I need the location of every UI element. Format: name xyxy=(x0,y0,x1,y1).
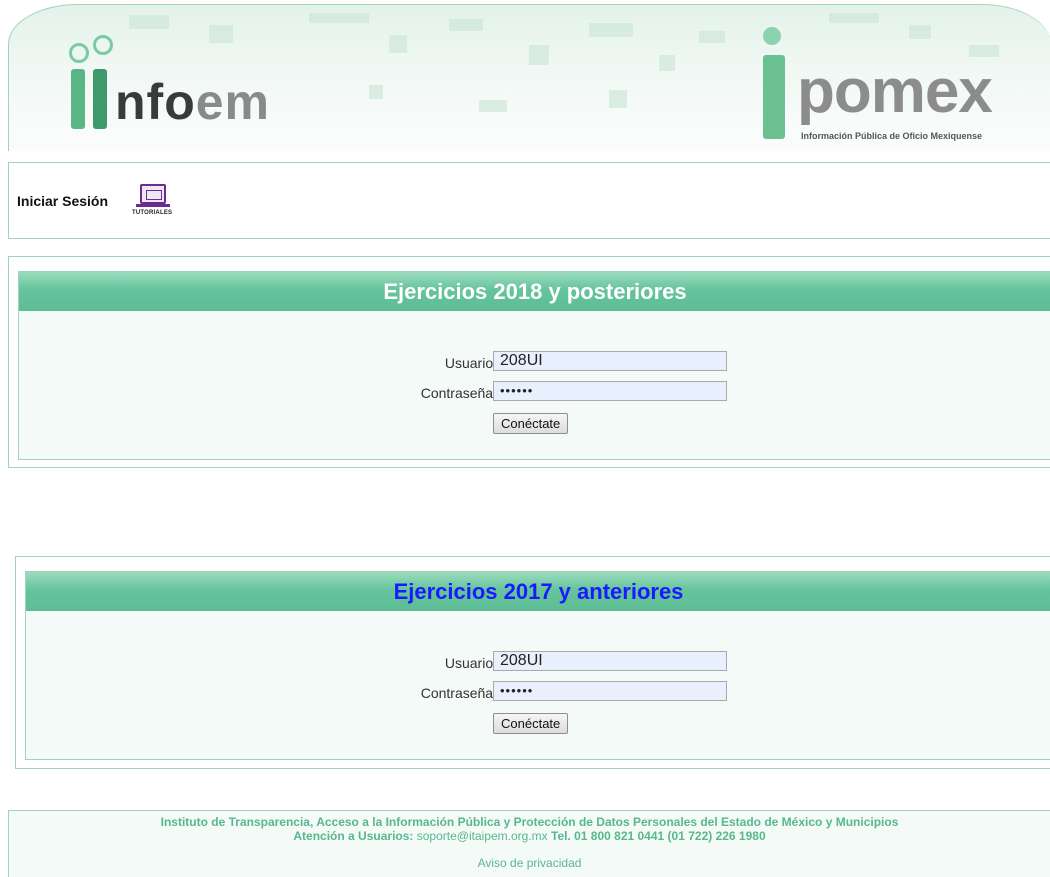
panel-2017: Ejercicios 2017 y anteriores Usuario: 20… xyxy=(25,571,1050,760)
support-prefix: Atención a Usuarios: xyxy=(293,829,414,843)
laptop-icon xyxy=(140,184,166,204)
privacy-notice-link[interactable]: Aviso de privacidad xyxy=(9,856,1050,870)
support-phone: Tel. 01 800 821 0441 (01 722) 226 1980 xyxy=(551,829,766,843)
panel-2017-title: Ejercicios 2017 y anteriores xyxy=(26,572,1050,611)
username-label: Usuario: xyxy=(444,355,497,371)
login-label[interactable]: Iniciar Sesión xyxy=(17,193,108,209)
password-input[interactable]: •••••• xyxy=(493,681,727,701)
ipomex-logo-text: pomex xyxy=(797,57,993,126)
username-input[interactable]: 208UI xyxy=(493,351,727,371)
connect-button[interactable]: Conéctate xyxy=(493,413,569,434)
username-input[interactable]: 208UI xyxy=(493,651,727,671)
tutorials-link[interactable]: TUTORIALES xyxy=(132,184,182,226)
infoem-logo-text: nfoem xyxy=(115,74,270,130)
footer: Instituto de Transparencia, Acceso a la … xyxy=(8,810,1050,877)
footer-support: Atención a Usuarios: soporte@itaipem.org… xyxy=(9,829,1050,843)
ipomex-logo[interactable]: pomex Información Pública de Oficio Mexi… xyxy=(759,27,1049,151)
panel-2018-title: Ejercicios 2018 y posteriores xyxy=(19,272,1050,311)
laptop-base-icon xyxy=(136,204,170,207)
support-email-link[interactable]: soporte@itaipem.org.mx xyxy=(417,829,548,843)
header-banner: nfoem pomex Información Pública de Ofici… xyxy=(8,4,1050,151)
password-label: Contraseña: xyxy=(420,685,497,701)
login-bar: Iniciar Sesión TUTORIALES xyxy=(8,162,1050,239)
password-label: Contraseña: xyxy=(420,385,497,401)
panel-2018: Ejercicios 2018 y posteriores Usuario: 2… xyxy=(18,271,1050,460)
password-input[interactable]: •••••• xyxy=(493,381,727,401)
connect-button[interactable]: Conéctate xyxy=(493,713,569,734)
panel-2017-frame: Ejercicios 2017 y anteriores Usuario: 20… xyxy=(15,556,1050,769)
ipomex-logo-subtitle: Información Pública de Oficio Mexiquense xyxy=(801,131,983,141)
tutorials-label: TUTORIALES xyxy=(132,210,173,216)
footer-institute: Instituto de Transparencia, Acceso a la … xyxy=(160,815,899,829)
infoem-logo[interactable]: nfoem xyxy=(69,35,329,135)
username-label: Usuario: xyxy=(444,655,497,671)
panel-2018-frame: Ejercicios 2018 y posteriores Usuario: 2… xyxy=(8,256,1050,468)
